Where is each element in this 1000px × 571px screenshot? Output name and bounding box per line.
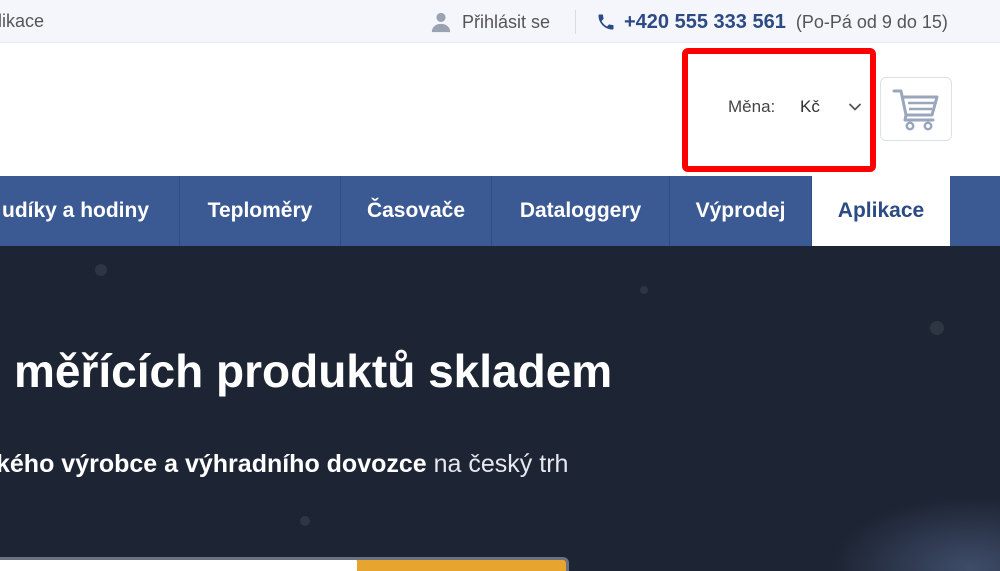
- hero-decoration: [830, 496, 1000, 571]
- hero-subtitle-rest: na český trh: [426, 450, 569, 478]
- nav-item-dataloggery[interactable]: Dataloggery: [492, 176, 670, 246]
- nav-item-vyprodej[interactable]: Výprodej: [670, 176, 812, 246]
- nav-item-casovace[interactable]: Časovače: [341, 176, 492, 246]
- login-link[interactable]: Přihlásit se: [430, 9, 550, 35]
- hero-subtitle-bold: kého výrobce a výhradního dovozce: [0, 450, 427, 478]
- currency-value: Kč: [800, 97, 820, 116]
- phone-contact[interactable]: +420 555 333 561 (Po-Pá od 9 do 15): [596, 9, 948, 35]
- topbar-link-aplikace[interactable]: likace: [0, 11, 44, 32]
- hero-banner: měřících produktů skladem kého výrobce a…: [0, 246, 1000, 571]
- hero-decoration: [300, 516, 310, 526]
- phone-number: +420 555 333 561: [624, 10, 786, 33]
- login-label: Přihlásit se: [462, 11, 551, 32]
- hero-subtitle: kého výrobce a výhradního dovozce na čes…: [0, 450, 568, 479]
- nav-item-aplikace[interactable]: Aplikace: [812, 176, 950, 246]
- phone-icon: [598, 14, 614, 30]
- top-bar: likace Přihlásit se +420 555 333 561 (Po…: [0, 0, 1000, 43]
- nav-item-budiky-a-hodiny[interactable]: udíky a hodiny: [0, 176, 180, 246]
- chevron-down-icon: [849, 103, 861, 111]
- hero-decoration: [640, 286, 648, 294]
- hero-title: měřících produktů skladem: [14, 345, 613, 397]
- hero-decoration: [95, 264, 107, 276]
- search-button[interactable]: [357, 557, 569, 571]
- search-input[interactable]: [0, 557, 360, 571]
- currency-select[interactable]: Kč: [800, 93, 862, 121]
- nav-item-teplomery[interactable]: Teploměry: [180, 176, 341, 246]
- hero-decoration: [930, 321, 944, 335]
- shopping-cart-icon: [892, 89, 939, 131]
- cart-button[interactable]: [880, 77, 952, 141]
- user-icon: [431, 12, 451, 33]
- phone-hours: (Po-Pá od 9 do 15): [795, 11, 948, 32]
- main-nav: udíky a hodiny Teploměry Časovače Datalo…: [0, 176, 1000, 246]
- topbar-divider: [575, 10, 576, 34]
- currency-label: Měna:: [728, 97, 776, 116]
